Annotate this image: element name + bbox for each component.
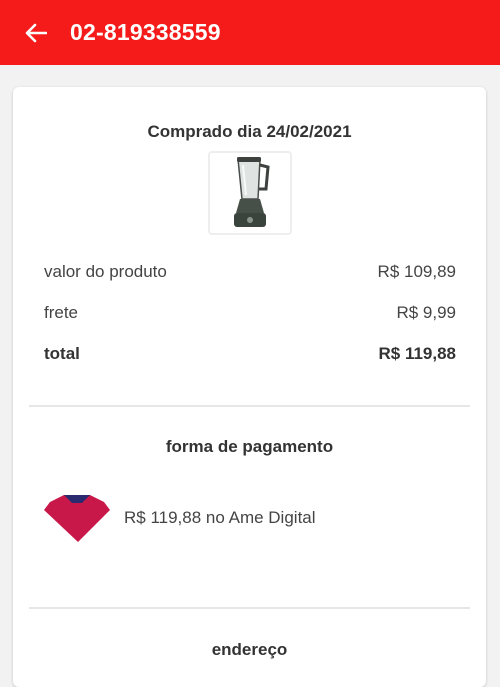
divider xyxy=(29,405,470,407)
product-thumbnail[interactable] xyxy=(208,151,292,235)
total-label: total xyxy=(44,344,80,363)
shipping-amount: R$ 9,99 xyxy=(396,303,456,322)
product-value-label: valor do produto xyxy=(44,262,167,281)
total-row: total R$ 119,88 xyxy=(44,344,456,364)
shipping-label: frete xyxy=(44,303,79,322)
order-id-title: 02-819338559 xyxy=(70,19,221,45)
ame-digital-logo-icon xyxy=(44,495,110,542)
back-button[interactable] xyxy=(16,13,56,53)
shipping-row: frete R$ 9,99 xyxy=(44,303,456,323)
order-details-card: Comprado dia 24/02/2021 valor do produto… xyxy=(13,87,486,687)
divider xyxy=(29,607,470,609)
address-section-title: endereço xyxy=(211,640,288,659)
product-value-amount: R$ 109,89 xyxy=(377,262,456,281)
purchase-date: Comprado dia 24/02/2021 xyxy=(147,122,352,141)
payment-method-row: R$ 119,88 no Ame Digital xyxy=(44,492,316,544)
blender-icon xyxy=(234,157,270,227)
payment-section-title: forma de pagamento xyxy=(165,437,334,456)
app-bar: 02-819338559 xyxy=(0,0,500,65)
total-amount: R$ 119,88 xyxy=(378,344,456,363)
product-value-row: valor do produto R$ 109,89 xyxy=(44,262,456,282)
arrow-left-icon xyxy=(25,23,47,42)
payment-method-text: R$ 119,88 no Ame Digital xyxy=(124,508,316,527)
